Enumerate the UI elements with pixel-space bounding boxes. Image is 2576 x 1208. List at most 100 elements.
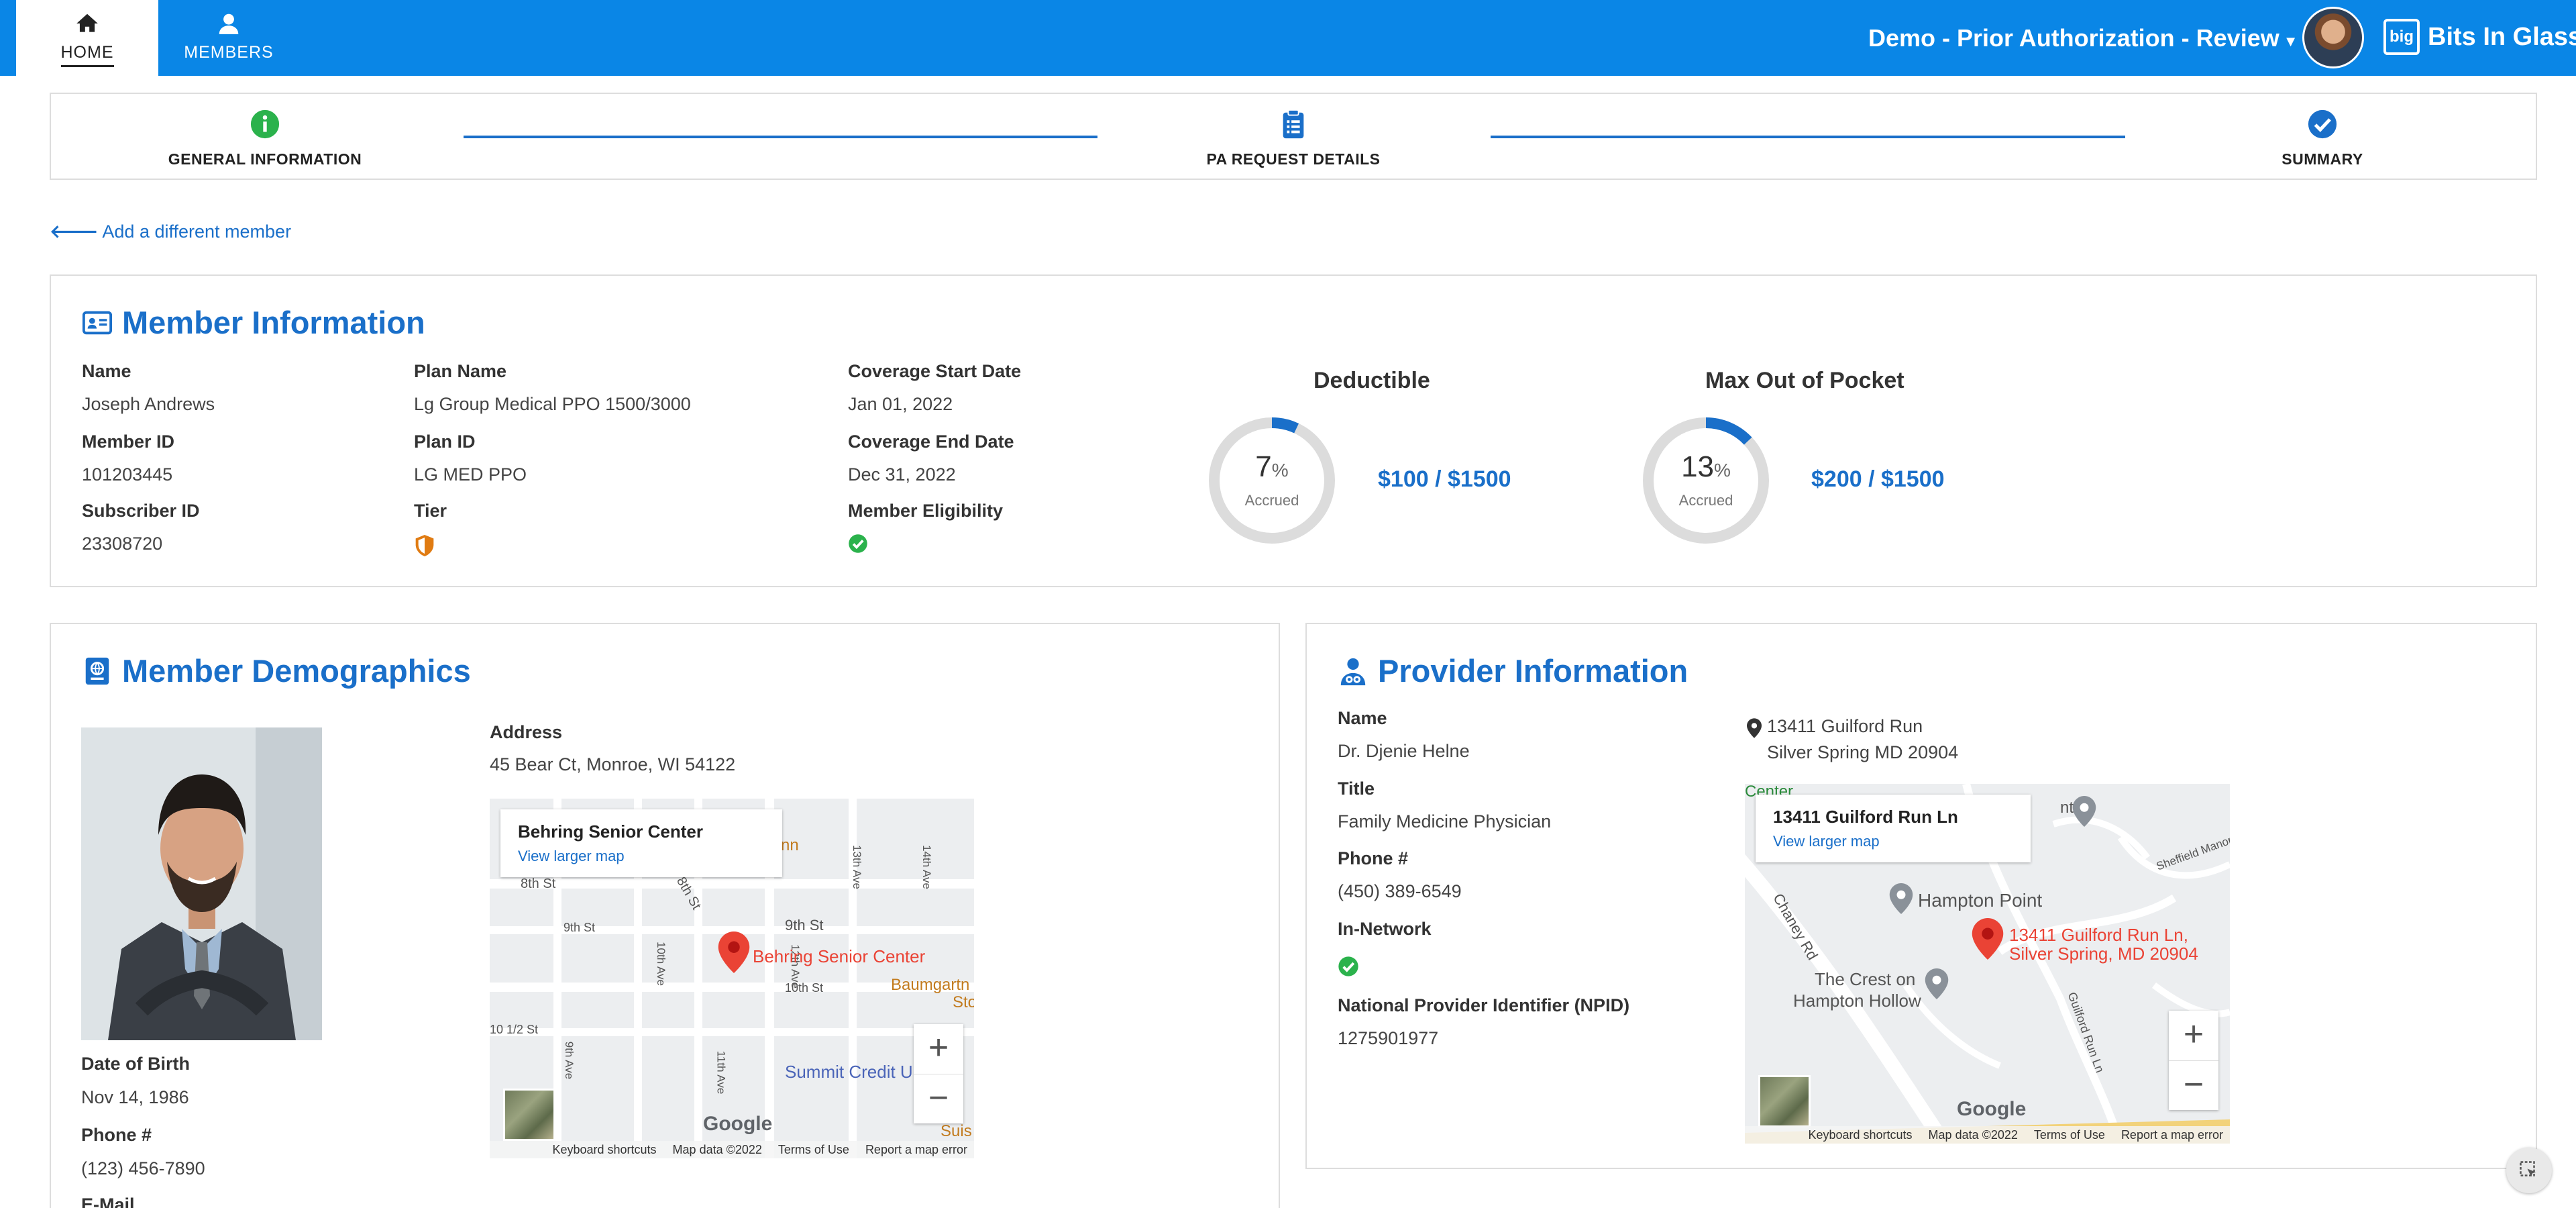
member-demographics-heading: Member Demographics — [122, 653, 471, 689]
member-information-heading: Member Information — [122, 305, 425, 340]
check-circle-icon — [2308, 109, 2337, 139]
report-map-error-link[interactable]: Report a map error — [2121, 1128, 2223, 1142]
step-label: GENERAL INFORMATION — [168, 150, 362, 168]
cursor-select-icon — [2520, 1161, 2536, 1177]
terms-of-use-link[interactable]: Terms of Use — [2034, 1128, 2105, 1142]
nav-tab-home[interactable]: HOME — [16, 0, 158, 76]
map-info-window: Behring Senior Center View larger map — [500, 809, 782, 877]
zoom-out-button[interactable]: − — [2169, 1060, 2218, 1110]
step-pa-request-details[interactable]: PA REQUEST DETAILS — [1159, 109, 1428, 168]
keyboard-shortcuts-link[interactable]: Keyboard shortcuts — [1808, 1128, 1912, 1142]
npid-label: National Provider Identifier (NPID) — [1338, 995, 1630, 1015]
member-address: 45 Bear Ct, Monroe, WI 54122 — [490, 754, 736, 774]
place-label: nn — [781, 836, 799, 854]
add-different-member-label: Add a different member — [102, 221, 292, 242]
place-label: Sto — [953, 993, 974, 1011]
coverage-start-date: Jan 01, 2022 — [848, 394, 953, 414]
coverage-end-date: Dec 31, 2022 — [848, 464, 956, 485]
provider-location-map[interactable]: Chaney Rd Guilford Run Ln Sheffield Mano… — [1745, 784, 2230, 1144]
doctor-icon — [1340, 658, 1366, 685]
user-avatar[interactable] — [2302, 7, 2364, 68]
member-portrait-image — [81, 727, 322, 1040]
map-pin-label: Silver Spring, MD 20904 — [2009, 944, 2198, 964]
map-data-credit: Map data ©2022 — [1928, 1127, 2018, 1142]
map-zoom-control: + − — [2169, 1011, 2218, 1110]
deductible-accrued-label: Accrued — [1244, 492, 1299, 509]
location-pin-icon — [1747, 718, 1762, 738]
provider-information-heading: Provider Information — [1378, 653, 1688, 689]
map-footer: Keyboard shortcuts Map data ©2022 Terms … — [490, 1141, 974, 1158]
member-information-title: Member Information — [82, 304, 425, 341]
member-name: Joseph Andrews — [82, 394, 215, 414]
deductible-percent: 7% — [1205, 450, 1339, 484]
place-label: Summit Credit U — [785, 1062, 913, 1082]
zoom-in-button[interactable]: + — [2169, 1011, 2218, 1060]
deductible-title: Deductible — [1313, 368, 1430, 393]
view-larger-map-link[interactable]: View larger map — [1773, 833, 2013, 850]
map-data-credit: Map data ©2022 — [672, 1142, 762, 1156]
provider-title: Family Medicine Physician — [1338, 811, 1552, 832]
coverage-end-label: Coverage End Date — [848, 432, 1014, 452]
zoom-in-button[interactable]: + — [914, 1024, 963, 1074]
step-general-information[interactable]: GENERAL INFORMATION — [131, 109, 399, 168]
view-larger-map-link[interactable]: View larger map — [518, 848, 765, 865]
in-network-check-icon — [1338, 956, 1358, 976]
plan-name: Lg Group Medical PPO 1500/3000 — [414, 394, 691, 414]
report-map-error-link[interactable]: Report a map error — [865, 1143, 967, 1157]
map-zoom-control: + − — [914, 1024, 963, 1123]
member-phone-label: Phone # — [81, 1125, 152, 1145]
user-icon — [219, 13, 239, 34]
provider-address-line2: Silver Spring MD 20904 — [1767, 742, 1959, 762]
map-pin-icon — [1972, 918, 2004, 960]
google-logo: Google — [703, 1113, 773, 1135]
terms-of-use-link[interactable]: Terms of Use — [778, 1143, 849, 1157]
provider-phone-label: Phone # — [1338, 848, 1409, 868]
street-label: 9th St — [785, 917, 824, 934]
app-title-dropdown[interactable]: Demo - Prior Authorization - Review ▼ — [1868, 24, 2298, 52]
place-label: The Crest on — [1815, 969, 1916, 989]
provider-phone: (450) 389-6549 — [1338, 881, 1462, 901]
add-different-member-link[interactable]: 🡐 Add a different member — [50, 220, 291, 242]
place-label: Hampton Hollow — [1793, 991, 1921, 1011]
email-label: E-Mail — [81, 1195, 135, 1208]
provider-name: Dr. Djenie Helne — [1338, 741, 1470, 761]
provider-title-label: Title — [1338, 778, 1375, 799]
eligibility-check-icon — [849, 534, 867, 553]
coverage-start-label: Coverage Start Date — [848, 361, 1022, 381]
passport-icon — [85, 657, 109, 685]
progress-stepper: GENERAL INFORMATION PA REQUEST DETAILS S… — [50, 93, 2537, 180]
step-label: SUMMARY — [2282, 150, 2363, 168]
place-label: Suis — [941, 1122, 972, 1140]
member-location-map[interactable]: 8th St 9th St 9th St 10th St 10 1/2 St 1… — [490, 799, 974, 1158]
provider-address-line1: 13411 Guilford Run — [1767, 716, 1923, 736]
keyboard-shortcuts-link[interactable]: Keyboard shortcuts — [552, 1143, 656, 1157]
map-pin-label: Behring Senior Center — [753, 946, 926, 966]
brand-logo: big Bits In Glass — [2383, 19, 2576, 55]
zoom-out-button[interactable]: − — [914, 1074, 963, 1123]
deductible-percent-value: 7 — [1255, 450, 1272, 483]
satellite-view-toggle[interactable] — [1758, 1075, 1811, 1127]
street-label: 10th Ave — [654, 942, 667, 986]
map-pin-icon — [718, 932, 750, 973]
brand-mark-icon: big — [2383, 19, 2420, 55]
nav-tab-home-label: HOME — [60, 43, 114, 67]
deductible-percent-unit: % — [1271, 460, 1289, 481]
step-summary[interactable]: SUMMARY — [2188, 109, 2457, 168]
max-out-of-pocket-accrued-label: Accrued — [1678, 492, 1733, 509]
plan-id-label: Plan ID — [414, 432, 476, 452]
nav-tab-members[interactable]: MEMBERS — [158, 0, 299, 76]
place-label: Baumgartn — [891, 976, 970, 994]
plan-name-label: Plan Name — [414, 361, 507, 381]
street-label: 9th Ave — [563, 1041, 576, 1080]
tier-shield-icon — [415, 535, 434, 556]
member-eligibility-label: Member Eligibility — [848, 501, 1004, 521]
street-label: 8th St — [521, 876, 556, 891]
deductible-amount: $100 / $1500 — [1378, 466, 1511, 492]
dob-label: Date of Birth — [81, 1054, 190, 1074]
clipboard-icon — [1283, 109, 1304, 139]
floating-action-button[interactable] — [2506, 1148, 2552, 1193]
street-label: 13th Ave — [850, 845, 863, 889]
map-place-icon — [1925, 968, 1949, 999]
satellite-view-toggle[interactable] — [503, 1089, 555, 1141]
caret-down-icon: ▼ — [2283, 33, 2298, 50]
